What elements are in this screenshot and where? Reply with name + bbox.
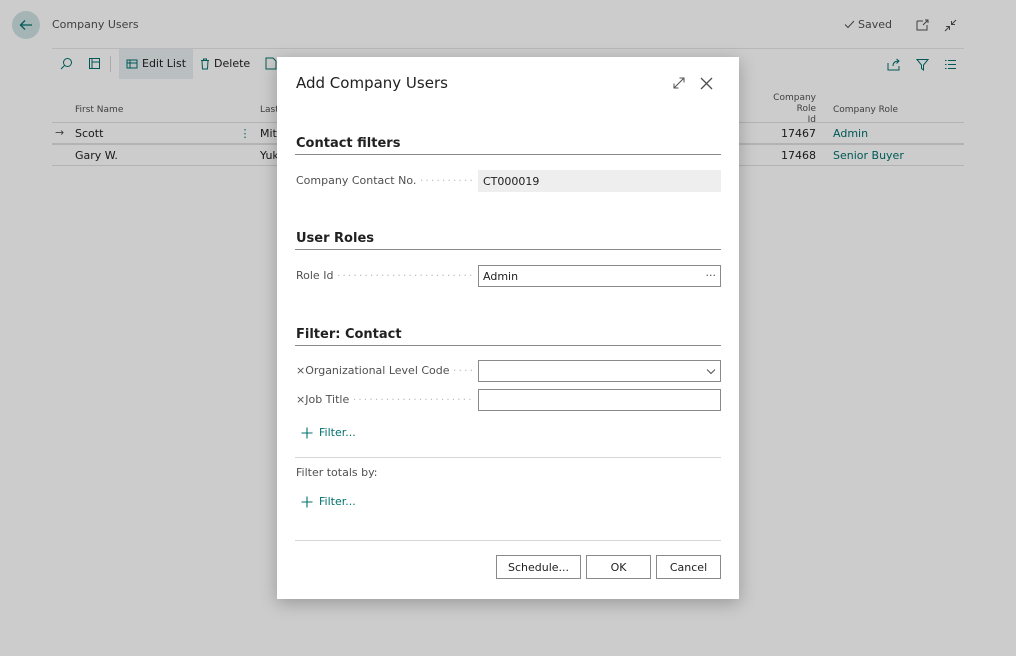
org-level-code-label-text: Organizational Level Code (305, 364, 450, 377)
plus-icon (301, 496, 313, 507)
label-leader-dots: ········································… (336, 269, 472, 282)
section-divider (295, 249, 721, 250)
chevron-down-icon[interactable] (706, 365, 716, 378)
company-contact-no-label-text: Company Contact No. (296, 174, 417, 187)
add-totals-filter-label: Filter... (319, 495, 356, 508)
remove-filter-icon[interactable]: × (296, 393, 305, 406)
section-divider (295, 154, 721, 155)
role-id-label: Role Id ································… (296, 269, 472, 282)
dialog-title: Add Company Users (296, 74, 448, 92)
role-id-value: Admin (483, 270, 519, 283)
label-leader-dots: ········································… (419, 174, 472, 187)
label-leader-dots: ·············· (453, 364, 472, 377)
section-divider (295, 345, 721, 346)
company-contact-no-label: Company Contact No. ····················… (296, 174, 472, 187)
divider (295, 457, 721, 458)
company-contact-no-field: CT000019 (478, 170, 721, 192)
section-user-roles-title: User Roles (296, 231, 374, 246)
ok-button[interactable]: OK (586, 555, 651, 579)
role-id-field[interactable]: Admin ··· (478, 265, 721, 287)
expand-icon[interactable] (669, 73, 689, 93)
footer-divider (295, 540, 721, 541)
label-leader-dots: ········································… (352, 393, 472, 406)
org-level-code-label: ×Organizational Level Code ·············… (296, 364, 472, 377)
add-filter-label: Filter... (319, 426, 356, 439)
job-title-label: ×Job Title ·····························… (296, 393, 472, 406)
job-title-input[interactable] (478, 389, 721, 411)
company-contact-no-value: CT000019 (483, 175, 540, 188)
schedule-button[interactable]: Schedule... (496, 555, 581, 579)
section-contact-filters-title: Contact filters (296, 136, 401, 151)
filter-totals-label: Filter totals by: (296, 466, 378, 479)
section-filter-contact-title: Filter: Contact (296, 327, 402, 342)
lookup-ellipsis-icon[interactable]: ··· (706, 269, 717, 282)
close-icon[interactable] (696, 73, 716, 93)
add-company-users-dialog: Add Company Users Contact filters Compan… (277, 57, 739, 599)
org-level-code-select[interactable] (478, 360, 721, 382)
remove-filter-icon[interactable]: × (296, 364, 305, 377)
role-id-label-text: Role Id (296, 269, 334, 282)
plus-icon (301, 427, 313, 438)
add-filter-link[interactable]: Filter... (301, 426, 356, 439)
cancel-button[interactable]: Cancel (656, 555, 721, 579)
job-title-label-text: Job Title (305, 393, 350, 406)
add-totals-filter-link[interactable]: Filter... (301, 495, 356, 508)
